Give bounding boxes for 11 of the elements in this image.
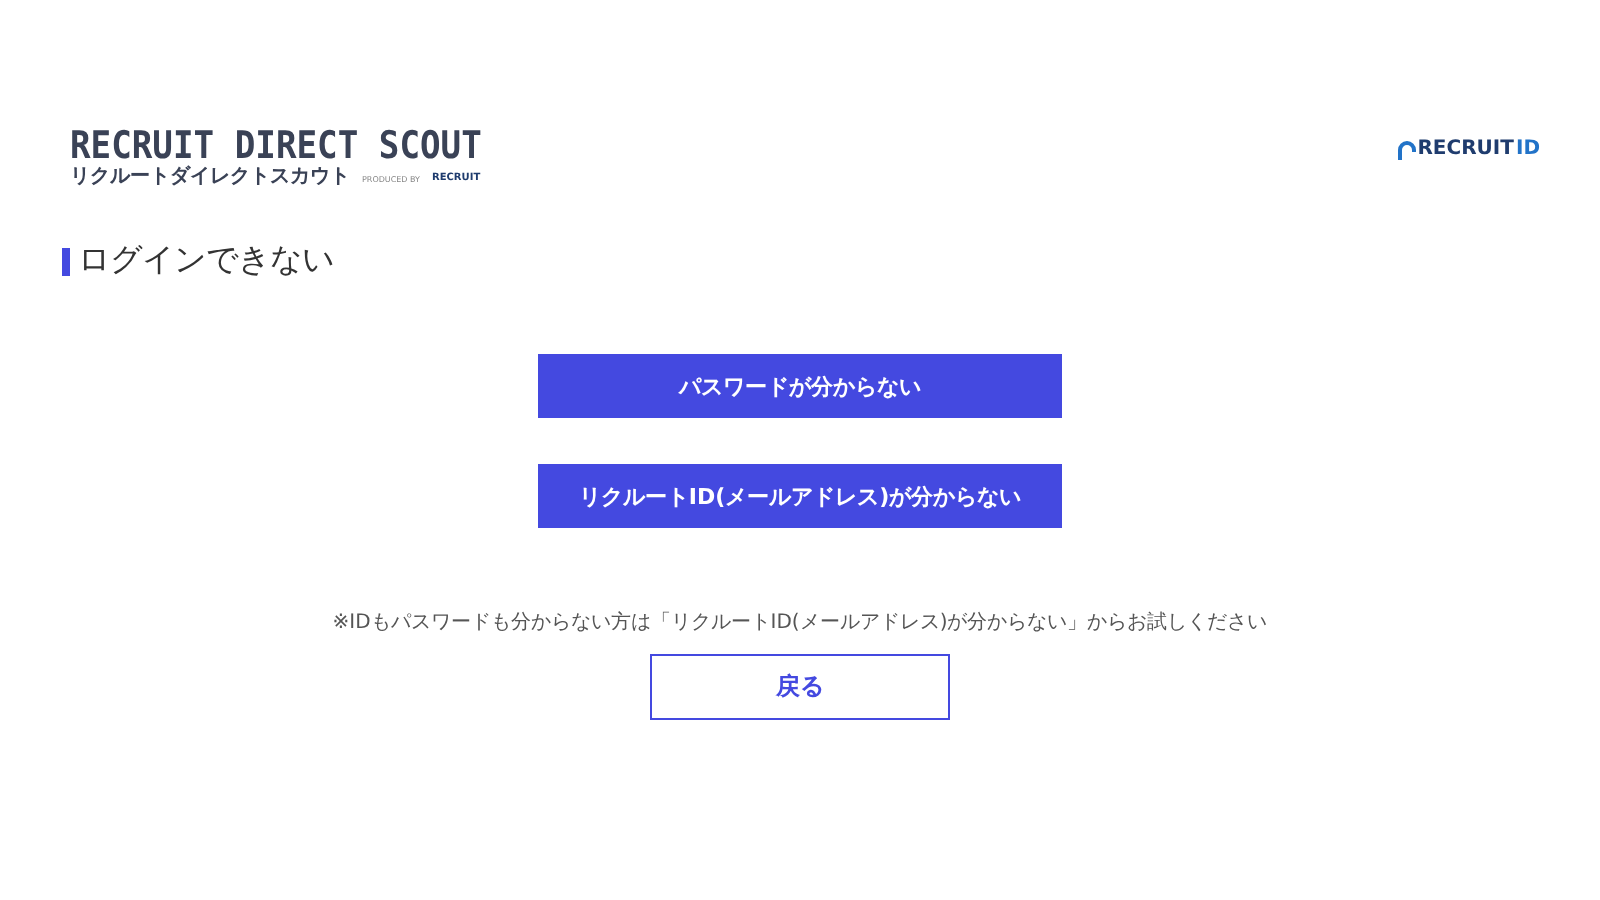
option-button[interactable]: リクルートID(メールアドレス)が分からない	[538, 464, 1062, 528]
help-note: ※IDもパスワードも分からない方は「リクルートID(メールアドレス)が分からない」からお試しください	[332, 609, 1268, 636]
logo-subtitle: リクルートダイレクトスカウト	[70, 166, 350, 190]
id-logo-suffix: ID	[1515, 138, 1540, 160]
option-button[interactable]: パスワードが分からない	[538, 354, 1062, 418]
back-button[interactable]: 戻る	[650, 654, 950, 720]
title-marker	[62, 247, 70, 275]
id-logo-brand: RECRUIT	[1417, 138, 1514, 160]
arch-icon	[1397, 139, 1416, 159]
logo-title: RECRUIT DIRECT SCOUT	[70, 126, 482, 166]
page-title: ログインできない	[78, 240, 334, 282]
